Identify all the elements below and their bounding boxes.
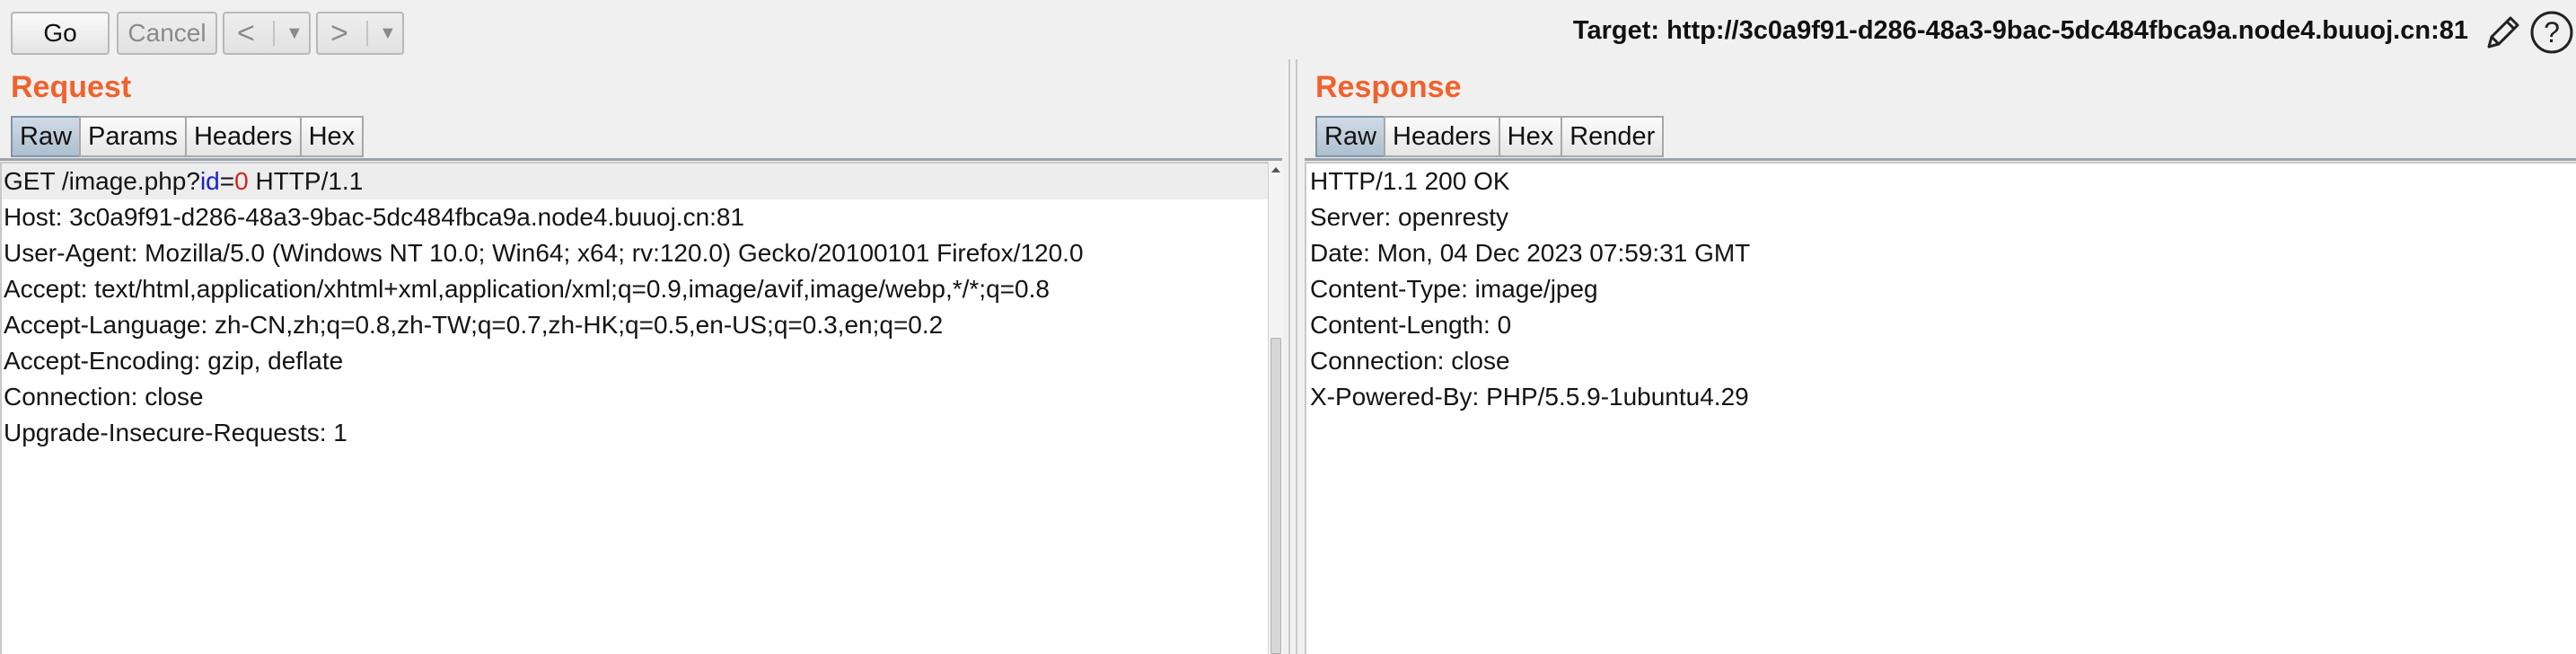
tab-label: Headers bbox=[1393, 121, 1491, 151]
back-button[interactable]: < ▼ bbox=[223, 12, 311, 55]
response-status-line: HTTP/1.1 200 OK bbox=[1310, 167, 1510, 195]
response-tab-hex[interactable]: Hex bbox=[1498, 116, 1563, 157]
query-param-value: 0 bbox=[234, 167, 249, 195]
response-header-content-type: Content-Type: image/jpeg bbox=[1310, 275, 1598, 303]
response-tab-headers[interactable]: Headers bbox=[1384, 116, 1500, 157]
tab-label: Raw bbox=[20, 121, 73, 151]
request-header-accept-language: Accept-Language: zh-CN,zh;q=0.8,zh-TW;q=… bbox=[4, 311, 944, 339]
request-scroll-thumb[interactable] bbox=[1270, 338, 1281, 654]
split-pane-divider[interactable] bbox=[1288, 59, 1297, 654]
tab-label: Raw bbox=[1324, 121, 1377, 151]
response-tab-underline bbox=[1305, 158, 2576, 161]
response-viewer[interactable]: HTTP/1.1 200 OK Server: openresty Date: … bbox=[1305, 162, 2576, 654]
cancel-button-label: Cancel bbox=[127, 19, 207, 47]
response-header-date: Date: Mon, 04 Dec 2023 07:59:31 GMT bbox=[1310, 239, 1751, 267]
request-scrollbar[interactable] bbox=[1268, 162, 1283, 654]
tab-label: Params bbox=[88, 121, 178, 151]
go-button-label: Go bbox=[43, 19, 77, 47]
response-tab-raw[interactable]: Raw bbox=[1315, 116, 1386, 157]
scroll-up-arrow-icon[interactable] bbox=[1269, 164, 1283, 176]
request-line: GET /image.php?id=0 HTTP/1.1 bbox=[2, 164, 1268, 199]
go-button[interactable]: Go bbox=[11, 12, 110, 55]
forward-arrow-icon: > bbox=[330, 15, 348, 50]
tab-label: Hex bbox=[308, 121, 356, 151]
forward-button[interactable]: > ▼ bbox=[316, 12, 404, 55]
request-tab-raw[interactable]: Raw bbox=[11, 116, 82, 157]
request-header-accept: Accept: text/html,application/xhtml+xml,… bbox=[4, 275, 1050, 303]
request-tab-hex[interactable]: Hex bbox=[299, 116, 365, 157]
request-http-version: HTTP/1.1 bbox=[248, 167, 364, 195]
request-header-connection: Connection: close bbox=[4, 383, 204, 411]
target-url: Target: http://3c0a9f91-d286-48a3-9bac-5… bbox=[1572, 16, 2468, 45]
svg-text:?: ? bbox=[2544, 16, 2560, 49]
tab-label: Headers bbox=[193, 121, 293, 151]
cancel-button[interactable]: Cancel bbox=[117, 12, 217, 55]
help-icon[interactable]: ? bbox=[2528, 9, 2575, 56]
request-header-accept-encoding: Accept-Encoding: gzip, deflate bbox=[4, 347, 344, 375]
request-editor[interactable]: GET /image.php?id=0 HTTP/1.1 Host: 3c0a9… bbox=[0, 162, 1268, 654]
forward-split-divider bbox=[366, 21, 368, 46]
back-split-divider bbox=[273, 21, 275, 46]
forward-history-dropdown-icon[interactable]: ▼ bbox=[379, 23, 397, 44]
request-tab-underline bbox=[0, 158, 1282, 161]
request-header-upgrade-insecure: Upgrade-Insecure-Requests: 1 bbox=[4, 419, 347, 446]
request-tab-headers[interactable]: Headers bbox=[184, 116, 302, 157]
request-tab-params[interactable]: Params bbox=[79, 116, 187, 157]
response-header-server: Server: openresty bbox=[1310, 203, 1508, 231]
request-title: Request bbox=[11, 70, 132, 104]
response-tabs: Raw Headers Hex Render bbox=[1315, 116, 1665, 159]
response-header-x-powered-by: X-Powered-By: PHP/5.5.9-1ubuntu4.29 bbox=[1310, 383, 1749, 411]
response-title: Response bbox=[1315, 70, 1462, 104]
tab-label: Hex bbox=[1507, 121, 1554, 151]
request-method-path: GET /image.php? bbox=[4, 167, 200, 195]
pencil-icon[interactable] bbox=[2480, 9, 2527, 56]
response-header-connection: Connection: close bbox=[1310, 347, 1510, 375]
query-param-equals: = bbox=[219, 167, 235, 195]
response-tab-render[interactable]: Render bbox=[1561, 116, 1665, 157]
request-tabs: Raw Params Headers Hex bbox=[11, 116, 365, 159]
query-param-name: id bbox=[199, 167, 220, 195]
back-arrow-icon: < bbox=[237, 15, 255, 50]
toolbar: Go Cancel < ▼ > ▼ Target: http://3c0a9f9… bbox=[0, 0, 2576, 66]
request-header-user-agent: User-Agent: Mozilla/5.0 (Windows NT 10.0… bbox=[4, 239, 1084, 267]
back-history-dropdown-icon[interactable]: ▼ bbox=[286, 23, 303, 44]
request-header-host: Host: 3c0a9f91-d286-48a3-9bac-5dc484fbca… bbox=[4, 203, 745, 231]
response-header-content-length: Content-Length: 0 bbox=[1310, 311, 1512, 339]
tab-label: Render bbox=[1569, 121, 1656, 151]
